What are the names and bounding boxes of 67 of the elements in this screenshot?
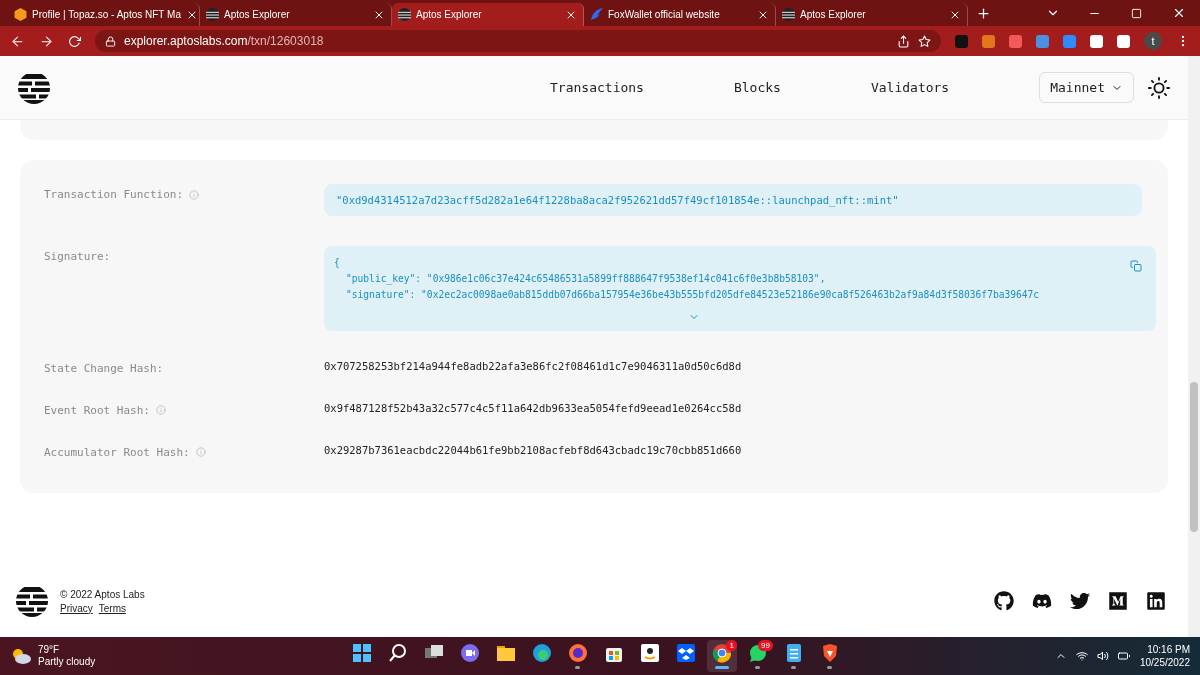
field-label: Signature: (44, 250, 111, 263)
browser-tab[interactable]: Aptos Explorer (392, 3, 584, 26)
sidebar-icon[interactable] (1117, 34, 1130, 48)
field-label: Transaction Function: (44, 188, 184, 201)
twitter-icon[interactable] (1070, 591, 1090, 611)
edge-browser-icon[interactable] (531, 643, 552, 663)
clock-date: 10/25/2022 (1139, 656, 1190, 669)
striped-circle-icon (782, 8, 795, 21)
field-label: Event Root Hash: (44, 403, 150, 417)
windows-icon[interactable] (351, 643, 372, 663)
cloud-sun-icon (10, 647, 32, 665)
wing-icon (590, 8, 603, 21)
striped-circle-icon (398, 8, 411, 21)
network-select[interactable]: Mainnet (1039, 72, 1134, 103)
weather-text: Partly cloudy (38, 656, 96, 668)
dropbox-icon[interactable] (675, 643, 696, 663)
field-label: Accumulator Root Hash: (44, 445, 190, 459)
extension-icon[interactable] (1090, 34, 1103, 48)
striped-circle-icon (206, 8, 219, 21)
clock-time: 10:16 PM (1147, 643, 1190, 656)
shopping-app-icon[interactable] (639, 643, 660, 663)
profile-avatar[interactable]: t (1144, 32, 1162, 50)
lock-icon (105, 35, 116, 47)
temperature: 79°F (38, 644, 61, 656)
volume-icon[interactable] (1096, 650, 1109, 662)
nav-link[interactable]: Transactions (550, 80, 644, 95)
taskbar-app[interactable]: 1 (706, 640, 737, 672)
notification-badge: 1 (726, 640, 737, 651)
function-value: "0xd9d4314512a7d23acff5d282a1e64f1228ba8aca2f952621dd57f49cf101854e::launchpad_nft::mint" (324, 184, 1142, 216)
video-chat-icon[interactable] (459, 643, 480, 663)
copy-icon[interactable] (1130, 260, 1142, 272)
hash-value: 0x9f487128f52b43a32c577c4c5f11a642db9633ea5054fefd9eead1e0264cc58d (324, 402, 743, 414)
aptos-logo[interactable] (18, 71, 50, 104)
sun-icon[interactable] (1148, 76, 1170, 99)
discord-icon[interactable] (1032, 591, 1052, 611)
folder-icon[interactable] (495, 643, 516, 663)
firefox-icon[interactable] (567, 643, 588, 663)
search-icon[interactable] (387, 643, 408, 663)
medium-icon[interactable] (1108, 591, 1128, 611)
forward-icon[interactable] (39, 33, 54, 49)
hash-value: 0x707258253bf214a944fe8adb22afa3e86fc2f08461d1c7e9046311a0d50c6d8d (324, 360, 743, 372)
wifi-icon[interactable] (1075, 650, 1088, 662)
hexagon-icon (14, 8, 27, 21)
copyright: © 2022 Aptos Labs (60, 588, 145, 600)
star-icon[interactable] (918, 34, 931, 48)
chat-bubble-icon[interactable] (747, 643, 768, 663)
taskbar-app[interactable]: 99 (742, 640, 773, 672)
chrome-icon[interactable] (711, 643, 732, 663)
github-icon[interactable] (994, 591, 1014, 611)
linkedin-icon[interactable] (1146, 591, 1166, 611)
reload-icon[interactable] (68, 34, 81, 48)
footer-link[interactable]: Terms (98, 602, 127, 614)
nav-link[interactable]: Blocks (733, 80, 781, 95)
battery-icon[interactable] (1117, 650, 1130, 662)
json-line: "public_key": "0x986e1c06c37e424c65486531a5899ff888647f9538ef14c041c6f0e3b8b58103", (345, 273, 826, 284)
nav-link[interactable]: Validators (870, 80, 950, 95)
back-icon[interactable] (10, 33, 25, 49)
field-label: State Change Hash: (44, 361, 164, 375)
notification-badge: 99 (758, 640, 773, 651)
scrollbar[interactable] (1188, 56, 1200, 637)
json-line: { (334, 257, 340, 268)
footer-link[interactable]: Privacy (60, 602, 93, 614)
share-icon[interactable] (897, 34, 910, 48)
address-bar[interactable]: explorer.aptoslabs.com/txn/12603018 (95, 30, 941, 52)
json-line: "signature": "0x2ec2ac0098ae0ab815ddb07d66ba157954e36be43b555bfd205dfe84523e52186e90ca8f526463b2af9a84d3f58036f7ba39647c (345, 289, 1040, 300)
hash-value: 0x29287b7361eacbdc22044b61fe9bb2108acfebf8d643cbadc19c70cbb851d660 (324, 444, 743, 456)
footer-logo[interactable] (16, 585, 48, 617)
